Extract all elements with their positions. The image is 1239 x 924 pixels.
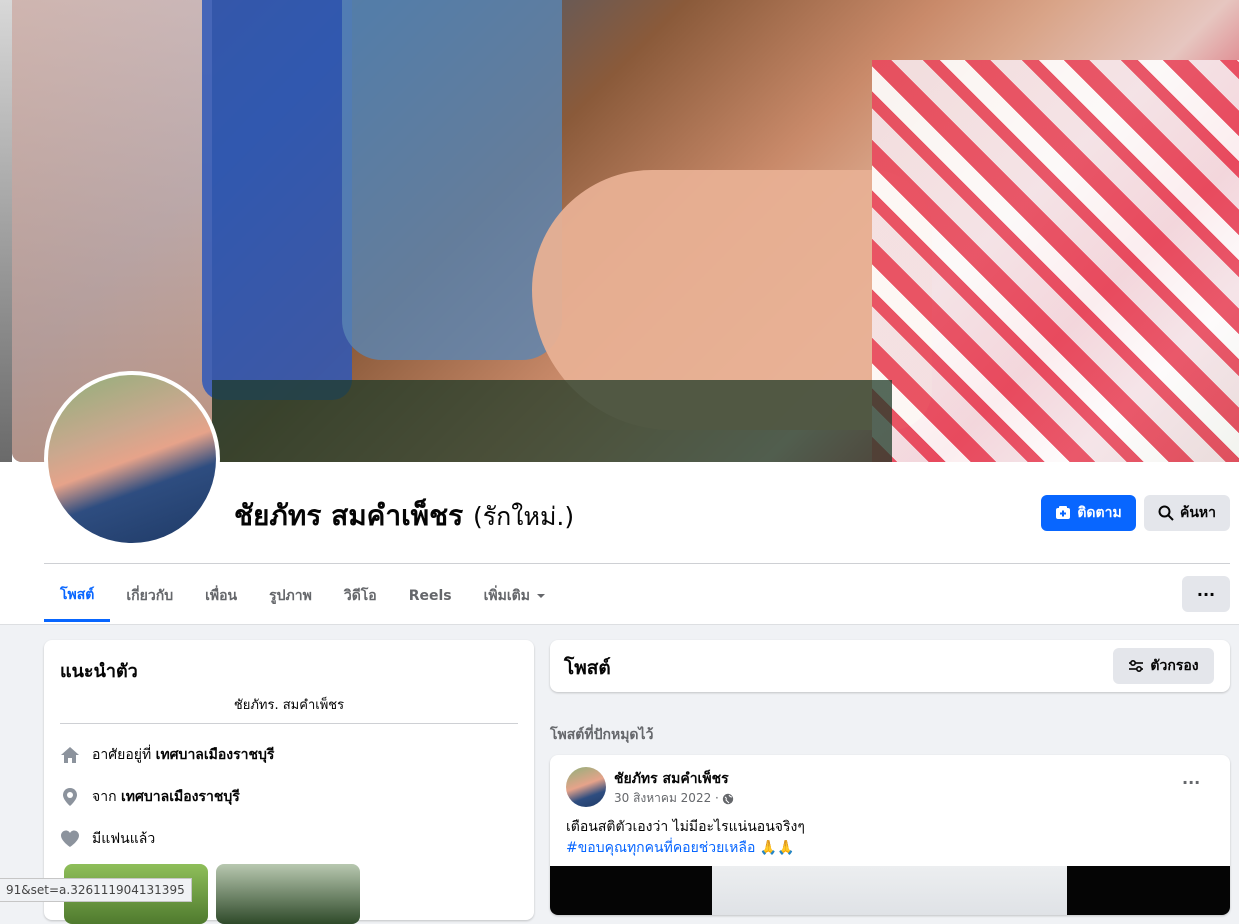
posts-header-card: โพสต์ ตัวกรอง [550,640,1230,692]
header-bottom-border [0,624,1239,625]
post-media[interactable] [550,866,1230,915]
follow-icon [1055,505,1071,521]
from-prefix: จาก [92,789,117,805]
post-meta: 30 สิงหาคม 2022 · [614,789,734,808]
profile-more-button[interactable]: ··· [1182,576,1230,612]
tab-label: เกี่ยวกับ [126,588,174,604]
search-label: ค้นหา [1179,505,1217,521]
tab-posts[interactable]: โพสต์ [44,570,111,622]
filter-sliders-icon [1128,658,1144,674]
profile-tabs: โพสต์ เกี่ยวกับ เพื่อน รูปภาพ วิดีโอ Ree… [44,570,562,624]
profile-name-text: ชัยภัทร สมคำเพ็ชร [234,499,464,532]
intro-lives-in: อาศัยอยู่ที่ เทศบาลเมืองราชบุรี [60,744,274,766]
intro-relationship: มีแฟนแล้ว [60,828,155,850]
from-place-link[interactable]: เทศบาลเมืองราชบุรี [121,789,240,805]
featured-photo-2[interactable] [216,864,360,924]
post-body: เตือนสติตัวเองว่า ไม่มีอะไรแน่นอนจริงๆ #… [566,817,805,859]
search-button[interactable]: ค้นหา [1144,495,1230,531]
intro-divider [60,723,518,724]
search-icon [1158,505,1174,521]
post-date-link[interactable]: 30 สิงหาคม 2022 · [614,789,719,808]
home-icon [60,745,80,765]
relationship-text: มีแฟนแล้ว [92,831,156,847]
heart-icon [60,829,80,849]
globe-icon [722,793,734,805]
post-hashtag-link[interactable]: #ขอบคุณทุกคนที่คอยช่วยเหลือ 🙏🙏 [566,838,805,859]
tab-label: โพสต์ [60,586,95,603]
cover-photo[interactable] [12,0,1239,462]
follow-button[interactable]: ติดตาม [1041,495,1136,531]
profile-avatar[interactable] [44,371,220,547]
follow-label: ติดตาม [1077,505,1122,521]
filter-label: ตัวกรอง [1150,658,1199,674]
profile-name: ชัยภัทร สมคำเพ็ชร (รักใหม่.) [234,494,574,538]
tab-about[interactable]: เกี่ยวกับ [110,570,189,622]
location-pin-icon [60,787,80,807]
tab-friends[interactable]: เพื่อน [189,570,253,622]
post-author-avatar[interactable] [566,767,606,807]
lives-place-link[interactable]: เทศบาลเมืองราชบุรี [156,747,275,763]
caret-down-icon [536,591,546,601]
tab-videos[interactable]: วิดีโอ [328,570,393,622]
tab-label: Reels [408,588,452,604]
pinned-posts-label: โพสต์ที่ปักหมุดไว้ [550,727,654,743]
filter-button[interactable]: ตัวกรอง [1113,648,1214,684]
header-divider [44,563,1230,564]
tab-photos[interactable]: รูปภาพ [253,570,328,622]
post-options-icon[interactable]: ··· [1182,773,1200,792]
tab-label: วิดีโอ [343,588,377,604]
profile-header: ชัยภัทร สมคำเพ็ชร (รักใหม่.) ติดตาม ค้นห… [0,0,1239,624]
side-strip [0,0,12,462]
intro-bio: ชัยภัทร. สมคำเพ็ชร [233,698,345,713]
profile-alternate-name: (รักใหม่.) [472,502,575,531]
status-url-text: 91&set=a.326111904131395 [6,883,185,897]
tab-more[interactable]: เพิ่มเติม [468,570,562,622]
intro-title: แนะนำตัว [60,661,138,682]
pinned-post: ชัยภัทร สมคำเพ็ชร 30 สิงหาคม 2022 · ··· … [550,755,1230,915]
post-media-image [712,866,1067,915]
tab-label: เพื่อน [205,588,238,604]
tab-label: เพิ่มเติม [483,588,530,604]
post-text: เตือนสติตัวเองว่า ไม่มีอะไรแน่นอนจริงๆ [566,819,805,835]
post-author-link[interactable]: ชัยภัทร สมคำเพ็ชร [614,768,729,790]
profile-photo [48,375,216,543]
tab-reels[interactable]: Reels [393,570,468,622]
lives-prefix: อาศัยอยู่ที่ [92,747,152,763]
intro-from: จาก เทศบาลเมืองราชบุรี [60,786,240,808]
more-dots-icon: ··· [1196,584,1216,604]
tab-label: รูปภาพ [269,588,312,604]
posts-title: โพสต์ [564,657,611,679]
status-bar-url: 91&set=a.326111904131395 [0,878,192,902]
